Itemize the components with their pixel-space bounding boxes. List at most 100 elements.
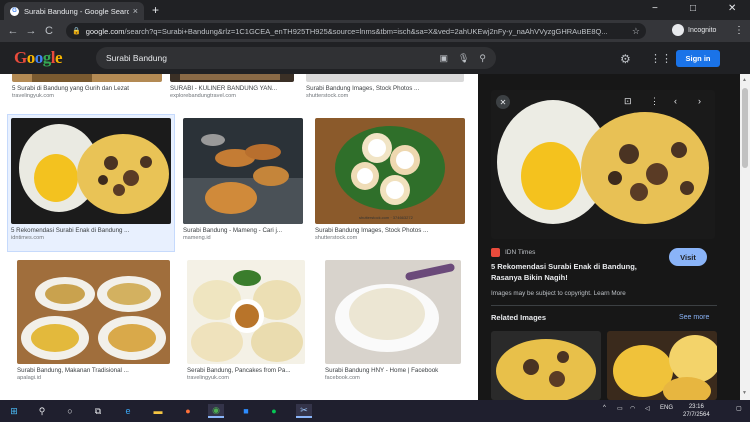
previous-image-icon[interactable]: ‹: [674, 96, 677, 106]
next-image-icon[interactable]: ›: [698, 96, 701, 106]
result-title[interactable]: 5 Surabi di Bandung yang Gurih dan Lezat: [12, 85, 162, 92]
image-result-card[interactable]: Surabi Bandung HNY - Home | Facebook fac…: [325, 260, 461, 381]
image-result-card-selected[interactable]: 5 Rekomendasi Surabi Enak di Bandung ...…: [7, 114, 175, 252]
result-thumbnail[interactable]: [17, 260, 170, 364]
preview-image[interactable]: [491, 90, 715, 239]
snipping-tool-icon[interactable]: ✂: [296, 404, 312, 418]
image-result-card[interactable]: Surabi Bandung Images, Stock Photos ... …: [306, 74, 464, 99]
reload-button[interactable]: C: [40, 25, 58, 37]
url-text: google.com/search?q=Surabi+Bandung&rlz=1…: [85, 26, 608, 36]
scroll-down-icon[interactable]: ▼: [742, 390, 747, 396]
browser-tab-strip: G Surabi Bandung - Google Search × + − □…: [0, 0, 750, 20]
result-source: shutterstock.com: [306, 93, 349, 99]
wifi-icon[interactable]: ◠: [630, 405, 635, 412]
zoom-icon[interactable]: ■: [238, 404, 254, 418]
incognito-icon: [672, 24, 684, 36]
tab-close-icon[interactable]: ×: [133, 6, 138, 16]
google-favicon-icon: G: [10, 6, 19, 16]
result-title[interactable]: 5 Rekomendasi Surabi Enak di Bandung ...: [11, 227, 171, 234]
result-title[interactable]: SURABI - KULINER BANDUNG YAN...: [170, 85, 294, 92]
line-icon[interactable]: ●: [266, 404, 282, 418]
settings-gear-icon[interactable]: ⚙: [620, 52, 631, 66]
result-title[interactable]: Surabi Bandung Images, Stock Photos ...: [315, 227, 465, 234]
sign-in-button[interactable]: Sign in: [676, 50, 720, 67]
result-thumbnail[interactable]: [183, 118, 303, 224]
tray-chevron-icon[interactable]: ^: [603, 405, 606, 411]
more-options-icon[interactable]: ⋮: [650, 96, 659, 107]
google-header: Google Surabi Bandung ▣ 🎙 ⚲ ⚙ ⋮⋮ Sign in: [0, 42, 750, 74]
visit-button[interactable]: Visit: [669, 248, 707, 266]
maximize-button[interactable]: □: [690, 3, 696, 14]
tab-title: Surabi Bandung - Google Search: [24, 6, 129, 16]
scroll-up-icon[interactable]: ▲: [742, 77, 747, 83]
tab-google-search[interactable]: G Surabi Bandung - Google Search ×: [4, 2, 144, 20]
bookmark-star-icon[interactable]: ☆: [632, 26, 640, 37]
result-source: facebook.com: [325, 375, 360, 381]
search-icon[interactable]: ⚲: [479, 53, 486, 64]
copyright-notice: Images may be subject to copyright. Lear…: [491, 290, 626, 297]
page-scrollbar[interactable]: ▲ ▼: [740, 74, 750, 400]
preview-source-name: IDN Times: [505, 249, 536, 256]
edge-icon[interactable]: e: [120, 404, 136, 418]
address-bar[interactable]: 🔒 google.com/search?q=Surabi+Bandung&rlz…: [66, 23, 646, 39]
taskbar-clock[interactable]: 23:16 27/7/2564: [683, 403, 710, 419]
chrome-icon[interactable]: ◉: [208, 404, 224, 418]
result-source: mameng.id: [183, 235, 211, 241]
notification-icon[interactable]: ▢: [736, 405, 742, 412]
result-thumbnail[interactable]: [325, 260, 461, 364]
image-result-card[interactable]: Surabi Bandung - Mameng - Cari j... mame…: [183, 118, 303, 241]
browser-menu-icon[interactable]: ⋮: [734, 25, 744, 36]
camera-icon[interactable]: ▣: [439, 53, 448, 64]
language-indicator[interactable]: ENG: [660, 405, 673, 411]
learn-more-link[interactable]: Learn More: [594, 290, 626, 297]
apps-grid-icon[interactable]: ⋮⋮: [650, 52, 672, 65]
image-result-card[interactable]: SURABI - KULINER BANDUNG YAN... exploreb…: [170, 74, 294, 99]
see-more-link[interactable]: See more: [679, 314, 709, 321]
battery-icon[interactable]: ▭: [617, 405, 623, 412]
browser-toolbar: ← → C 🔒 google.com/search?q=Surabi+Bandu…: [0, 20, 750, 42]
clock-date: 27/7/2564: [683, 412, 710, 418]
preview-title[interactable]: 5 Rekomendasi Surabi Enak di Bandung, Ra…: [491, 261, 666, 283]
result-thumbnail[interactable]: [170, 74, 294, 82]
result-thumbnail[interactable]: [11, 118, 171, 224]
result-thumbnail[interactable]: [306, 74, 464, 82]
image-result-card[interactable]: shutterstock.com · 374663272 Surabi Band…: [315, 118, 465, 241]
volume-icon[interactable]: ◁: [645, 405, 650, 412]
result-title[interactable]: Surabi Bandung HNY - Home | Facebook: [325, 367, 461, 374]
incognito-indicator[interactable]: Incognito: [672, 24, 716, 36]
google-doodle-logo[interactable]: Google: [14, 48, 63, 68]
result-title[interactable]: Surabi Bandung Images, Stock Photos ...: [306, 85, 464, 92]
file-explorer-icon[interactable]: ▬: [150, 404, 166, 418]
firefox-icon[interactable]: ●: [180, 404, 196, 418]
microphone-icon[interactable]: 🎙: [458, 53, 469, 64]
result-thumbnail[interactable]: [187, 260, 305, 364]
result-title[interactable]: Serabi Bandung, Pancakes from Pa...: [187, 367, 305, 374]
lock-icon: 🔒: [72, 28, 81, 35]
windows-start-icon[interactable]: ⊞: [6, 404, 22, 418]
taskbar-search-icon[interactable]: ⚲: [34, 404, 50, 418]
related-image-1[interactable]: [491, 331, 601, 400]
result-thumbnail[interactable]: [12, 74, 162, 82]
lens-search-icon[interactable]: ⊡: [624, 96, 632, 107]
result-title[interactable]: Surabi Bandung - Mameng - Cari j...: [183, 227, 303, 234]
minimize-button[interactable]: −: [652, 3, 658, 14]
new-tab-button[interactable]: +: [152, 3, 159, 17]
scrollbar-thumb[interactable]: [742, 88, 748, 168]
result-thumbnail[interactable]: shutterstock.com · 374663272: [315, 118, 465, 224]
image-result-card[interactable]: Serabi Bandung, Pancakes from Pa... trav…: [187, 260, 305, 381]
windows-taskbar: ⊞ ⚲ ○ ⧉ e ▬ ● ◉ ■ ● ✂ ^ ▭ ◠ ◁ ENG 23:16 …: [0, 400, 750, 422]
cortana-icon[interactable]: ○: [62, 404, 78, 418]
close-window-button[interactable]: ✕: [728, 3, 736, 14]
image-result-card[interactable]: Surabi Bandung, Makanan Tradisional ... …: [17, 260, 170, 381]
result-title[interactable]: Surabi Bandung, Makanan Tradisional ...: [17, 367, 170, 374]
close-preview-icon[interactable]: ✕: [496, 95, 510, 109]
task-view-icon[interactable]: ⧉: [90, 404, 106, 418]
related-image-2[interactable]: [607, 331, 717, 400]
forward-button[interactable]: →: [22, 25, 40, 37]
search-query[interactable]: Surabi Bandung: [106, 53, 429, 63]
search-box[interactable]: Surabi Bandung ▣ 🎙 ⚲: [96, 47, 496, 69]
back-button[interactable]: ←: [4, 25, 22, 37]
preview-source[interactable]: IDN Times: [491, 248, 535, 257]
idn-times-favicon-icon: [491, 248, 500, 257]
image-result-card[interactable]: 5 Surabi di Bandung yang Gurih dan Lezat…: [12, 74, 162, 99]
